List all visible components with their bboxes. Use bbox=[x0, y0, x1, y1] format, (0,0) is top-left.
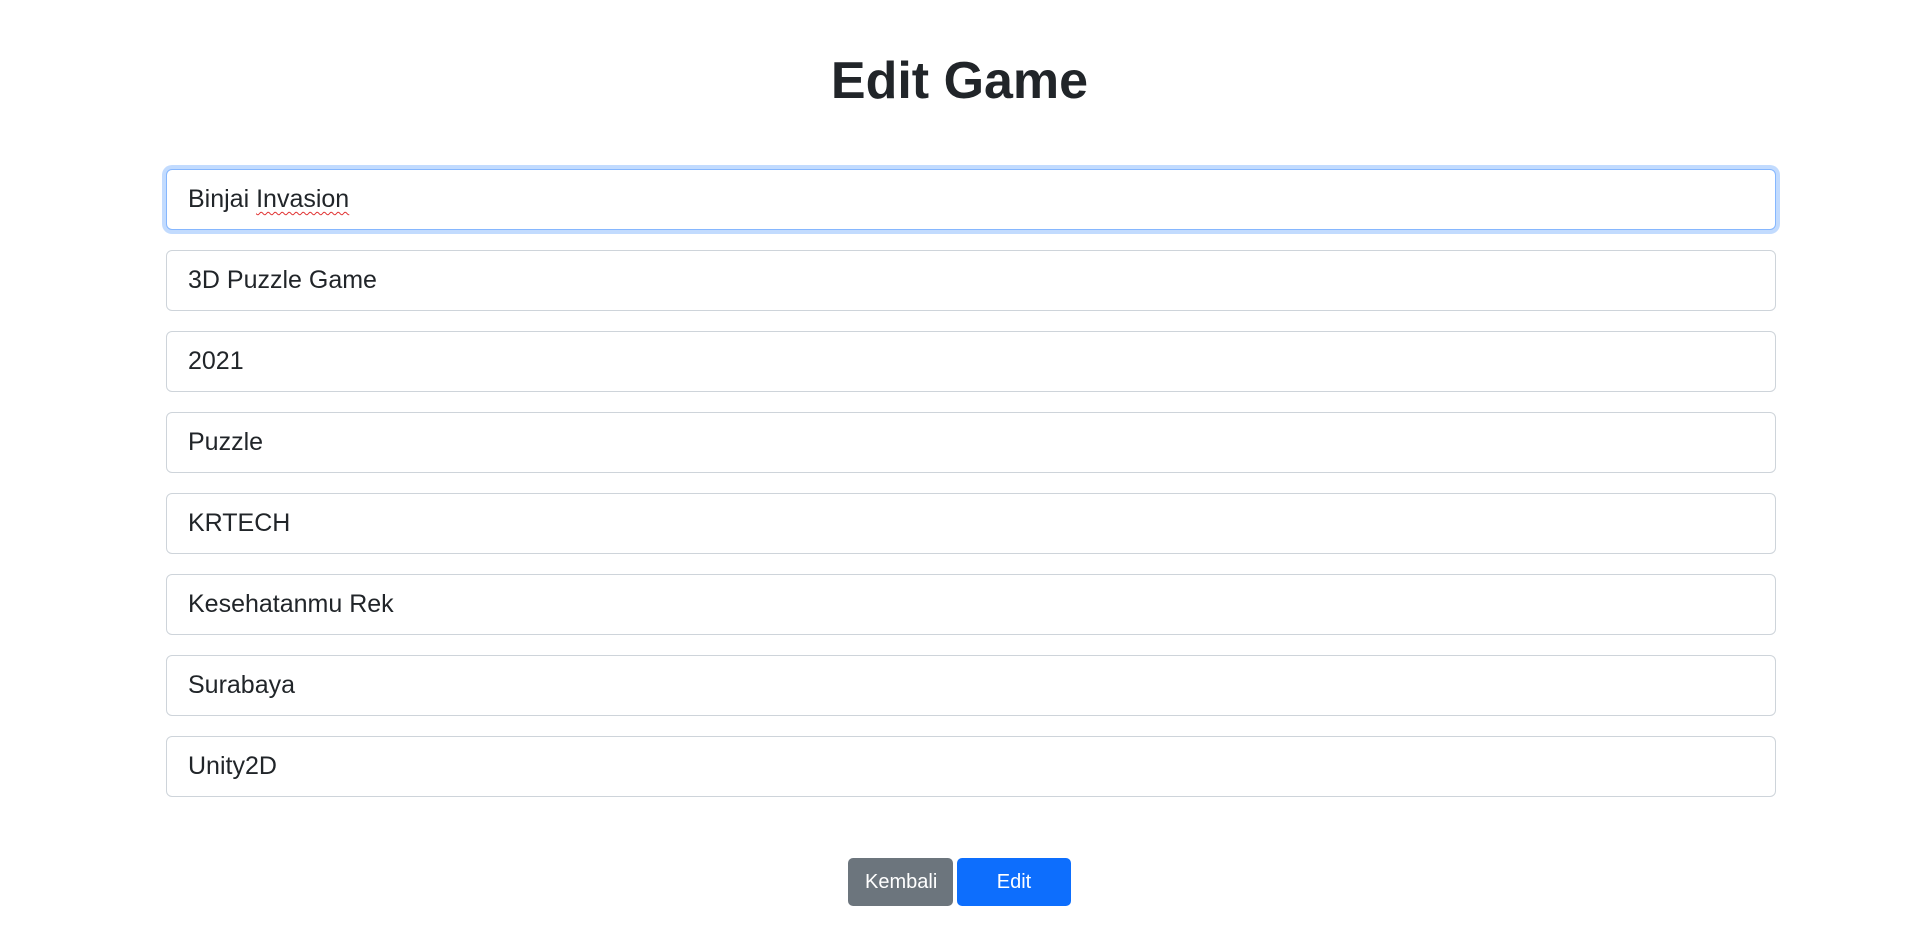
developer-field[interactable] bbox=[166, 493, 1776, 554]
genre-field[interactable] bbox=[166, 412, 1776, 473]
publisher-field[interactable] bbox=[166, 574, 1776, 635]
form-actions: Kembali Edit Data bbox=[0, 858, 1919, 939]
game-description-field[interactable] bbox=[166, 250, 1776, 311]
location-field[interactable] bbox=[166, 655, 1776, 716]
edit-game-form: Binjai Invasion bbox=[166, 169, 1776, 817]
back-button[interactable]: Kembali bbox=[848, 858, 953, 906]
game-title-field[interactable]: Binjai Invasion bbox=[166, 169, 1776, 230]
page-title: Edit Game bbox=[830, 52, 1089, 110]
misspelled-word: Invasion bbox=[256, 185, 350, 213]
edit-game-page: Edit Game Binjai Invasion Kembali Edit D… bbox=[0, 0, 1919, 949]
edit-data-button[interactable]: Edit Data bbox=[957, 858, 1071, 939]
game-title-text: Binjai bbox=[188, 185, 257, 213]
engine-field[interactable] bbox=[166, 736, 1776, 797]
release-year-field[interactable] bbox=[166, 331, 1776, 392]
